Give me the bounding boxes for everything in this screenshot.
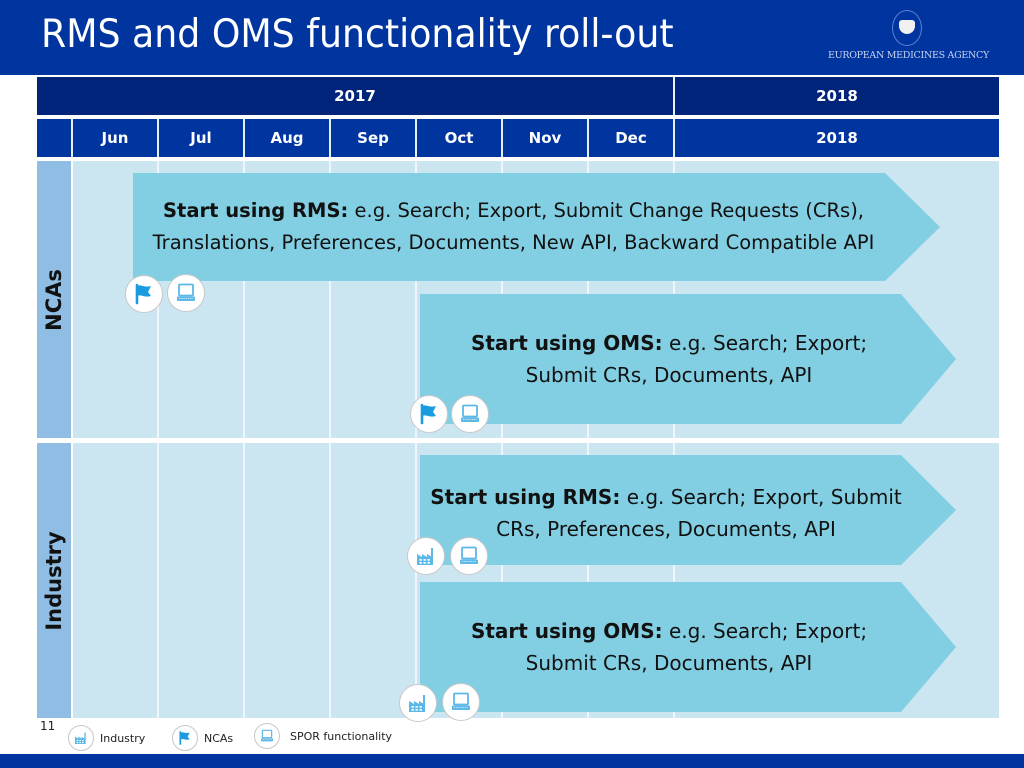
lane-label-text: NCAs <box>42 268 66 331</box>
logo-text: EUROPEAN MEDICINES AGENCY <box>828 50 989 61</box>
legend-label: SPOR functionality <box>290 729 393 743</box>
spor-laptop-icon <box>167 274 205 312</box>
slide-title: RMS and OMS functionality roll-out <box>41 12 674 57</box>
factory-icon <box>68 725 94 751</box>
industry-rms-milestone-arrow: Start using RMS: e.g. Search; Export, Su… <box>420 455 956 565</box>
lane-label-ncas: NCAs <box>37 161 71 438</box>
ema-logo: EUROPEAN MEDICINES AGENCY <box>828 8 989 68</box>
month-header-spacer <box>37 119 73 157</box>
month-header-oct: Oct <box>417 119 503 157</box>
laptop-icon <box>254 723 280 749</box>
month-header-sep: Sep <box>331 119 417 157</box>
year-2017-header: 2017 <box>37 77 675 115</box>
ncas-rms-milestone-arrow: Start using RMS: e.g. Search; Export, Su… <box>133 173 940 281</box>
spor-laptop-icon <box>442 683 480 721</box>
grid-cell-jun <box>73 443 159 718</box>
legend-label: Industry <box>100 731 146 745</box>
legend-item-spor: SPOR functionality <box>254 723 392 749</box>
ncas-flag-icon <box>410 395 448 433</box>
grid-cell-aug <box>245 443 331 718</box>
month-header-dec: Dec <box>589 119 675 157</box>
milestone-title: Start using RMS: <box>430 485 621 509</box>
milestone-text: Start using RMS: e.g. Search; Export, Su… <box>139 195 888 259</box>
month-header-row: Jun Jul Aug Sep Oct Nov Dec 2018 <box>37 119 999 157</box>
lane-label-industry: Industry <box>37 443 71 718</box>
milestone-title: Start using OMS: <box>470 619 663 643</box>
ncas-oms-milestone-arrow: Start using OMS: e.g. Search; Export; Su… <box>420 294 956 424</box>
milestone-text: Start using OMS: e.g. Search; Export; Su… <box>434 327 904 391</box>
lane-label-text: Industry <box>42 530 66 631</box>
bottom-bar <box>0 754 1024 768</box>
legend-label: NCAs <box>204 731 234 745</box>
grid-cell-sep <box>331 443 417 718</box>
ncas-flag-icon <box>125 275 163 313</box>
milestone-title: Start using OMS: <box>470 331 663 355</box>
industry-factory-icon <box>399 684 437 722</box>
page-number: 11 <box>40 719 56 733</box>
flag-icon <box>172 725 198 751</box>
spor-laptop-icon <box>451 395 489 433</box>
year-2018-header: 2018 <box>675 77 999 115</box>
spor-laptop-icon <box>450 537 488 575</box>
milestone-title: Start using RMS: <box>162 199 349 222</box>
month-header-nov: Nov <box>503 119 589 157</box>
month-header-2018: 2018 <box>675 119 999 157</box>
month-header-jun: Jun <box>73 119 159 157</box>
milestone-text: Start using RMS: e.g. Search; Export, Su… <box>428 481 904 545</box>
month-header-jul: Jul <box>159 119 245 157</box>
month-header-aug: Aug <box>245 119 331 157</box>
grid-cell-jul <box>159 443 245 718</box>
title-bar: RMS and OMS functionality roll-out EUROP… <box>0 0 1024 75</box>
legend-item-ncas: NCAs <box>172 725 233 751</box>
legend-item-industry: Industry <box>68 725 145 751</box>
industry-oms-milestone-arrow: Start using OMS: e.g. Search; Export; Su… <box>420 582 956 712</box>
milestone-text: Start using OMS: e.g. Search; Export; Su… <box>434 615 904 679</box>
year-header-row: 2017 2018 <box>37 77 999 115</box>
industry-factory-icon <box>407 537 445 575</box>
